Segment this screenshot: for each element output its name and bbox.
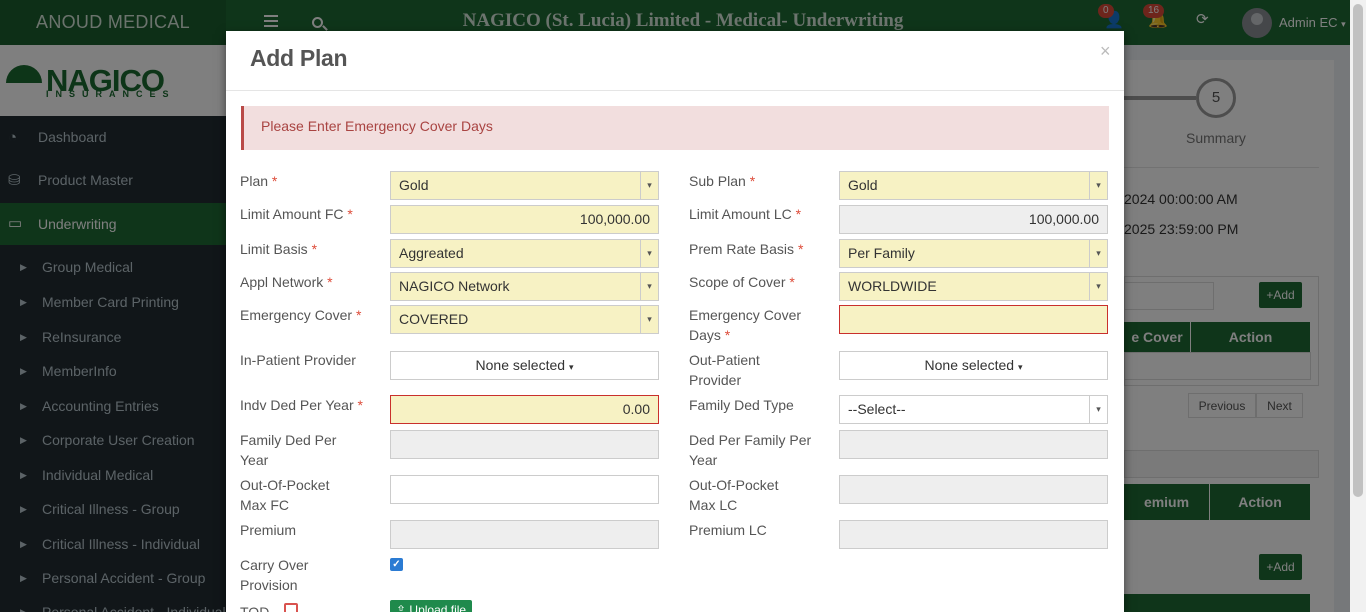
- limit-basis-value: Aggreated: [399, 245, 464, 261]
- appl-network-value: NAGICO Network: [399, 278, 510, 294]
- family-ded-year-input[interactable]: [390, 430, 659, 459]
- appl-network-select[interactable]: NAGICO Network ▾: [390, 272, 659, 301]
- tod-label: TOD: [240, 604, 270, 612]
- page-scrollbar[interactable]: [1350, 0, 1366, 612]
- carry-over-label: Carry Over Provision: [240, 557, 309, 593]
- prem-rate-basis-value: Per Family: [848, 245, 915, 261]
- chevron-down-icon: ▾: [640, 306, 658, 333]
- caret-down-icon: ▾: [568, 362, 574, 372]
- chevron-down-icon: ▾: [640, 273, 658, 300]
- sub-plan-select[interactable]: Gold ▾: [839, 171, 1108, 200]
- premium-label: Premium: [240, 522, 297, 538]
- indv-ded-label: Indv Ded Per Year *: [240, 397, 363, 413]
- sub-plan-label: Sub Plan *: [689, 173, 756, 189]
- close-icon[interactable]: ×: [1100, 41, 1111, 62]
- premium-lc-label: Premium LC: [689, 522, 767, 538]
- inpatient-multiselect[interactable]: None selected ▾: [390, 351, 659, 380]
- limit-basis-label: Limit Basis *: [240, 241, 318, 257]
- oop-fc-label: Out-Of-Pocket Max FC: [240, 477, 330, 513]
- emergency-days-label: Emergency Cover Days *: [689, 307, 802, 343]
- modal-title: Add Plan: [250, 45, 348, 71]
- emergency-cover-value: COVERED: [399, 311, 469, 327]
- limit-lc-label: Limit Amount LC *: [689, 206, 802, 222]
- validation-alert: Please Enter Emergency Cover Days: [241, 106, 1109, 150]
- prem-rate-basis-select[interactable]: Per Family ▾: [839, 239, 1108, 268]
- pdf-icon[interactable]: [284, 603, 298, 612]
- premium-input[interactable]: [390, 520, 659, 549]
- outpatient-label: Out-Patient Provider: [689, 352, 760, 388]
- emergency-days-input[interactable]: [839, 305, 1108, 334]
- emergency-cover-label: Emergency Cover *: [240, 307, 362, 323]
- limit-lc-input[interactable]: 100,000.00: [839, 205, 1108, 234]
- oop-fc-input[interactable]: [390, 475, 659, 504]
- sub-plan-value: Gold: [848, 177, 878, 193]
- prem-rate-basis-label: Prem Rate Basis *: [689, 241, 804, 257]
- scope-cover-select[interactable]: WORLDWIDE ▾: [839, 272, 1108, 301]
- limit-fc-input[interactable]: 100,000.00: [390, 205, 659, 234]
- limit-fc-label: Limit Amount FC *: [240, 206, 353, 222]
- chevron-down-icon: ▾: [1089, 396, 1107, 423]
- chevron-down-icon: ▾: [640, 172, 658, 199]
- inpatient-value: None selected: [475, 357, 566, 373]
- chevron-down-icon: ▾: [1089, 273, 1107, 300]
- plan-select[interactable]: Gold ▾: [390, 171, 659, 200]
- scrollbar-thumb[interactable]: [1353, 4, 1363, 497]
- chevron-down-icon: ▾: [640, 240, 658, 267]
- add-plan-modal: Add Plan × Please Enter Emergency Cover …: [226, 31, 1124, 612]
- chevron-down-icon: ▾: [1089, 172, 1107, 199]
- outpatient-multiselect[interactable]: None selected ▾: [839, 351, 1108, 380]
- family-ded-year-label: Family Ded Per Year: [240, 432, 337, 468]
- upload-file-button[interactable]: ⇪ Upload file: [390, 600, 472, 612]
- caret-down-icon: ▾: [1017, 362, 1023, 372]
- family-ded-type-select[interactable]: --Select-- ▾: [839, 395, 1108, 424]
- upload-label: Upload file: [409, 603, 467, 612]
- ded-per-family-label: Ded Per Family Per Year: [689, 432, 812, 468]
- carry-over-checkbox[interactable]: ✓: [390, 558, 403, 571]
- family-ded-type-value: --Select--: [848, 401, 906, 417]
- inpatient-label: In-Patient Provider: [240, 352, 356, 368]
- modal-header: Add Plan ×: [226, 31, 1124, 91]
- plan-value: Gold: [399, 177, 429, 193]
- ded-per-family-input[interactable]: [839, 430, 1108, 459]
- limit-basis-select[interactable]: Aggreated ▾: [390, 239, 659, 268]
- oop-lc-label: Out-Of-Pocket Max LC: [689, 477, 779, 513]
- outpatient-value: None selected: [924, 357, 1015, 373]
- indv-ded-input[interactable]: 0.00: [390, 395, 659, 424]
- upload-icon: ⇪: [396, 603, 407, 612]
- emergency-cover-select[interactable]: COVERED ▾: [390, 305, 659, 334]
- appl-network-label: Appl Network *: [240, 274, 333, 290]
- scope-cover-value: WORLDWIDE: [848, 278, 937, 294]
- oop-lc-input[interactable]: [839, 475, 1108, 504]
- plan-label: Plan *: [240, 173, 278, 189]
- premium-lc-input[interactable]: [839, 520, 1108, 549]
- family-ded-type-label: Family Ded Type: [689, 397, 794, 413]
- scope-cover-label: Scope of Cover *: [689, 274, 795, 290]
- chevron-down-icon: ▾: [1089, 240, 1107, 267]
